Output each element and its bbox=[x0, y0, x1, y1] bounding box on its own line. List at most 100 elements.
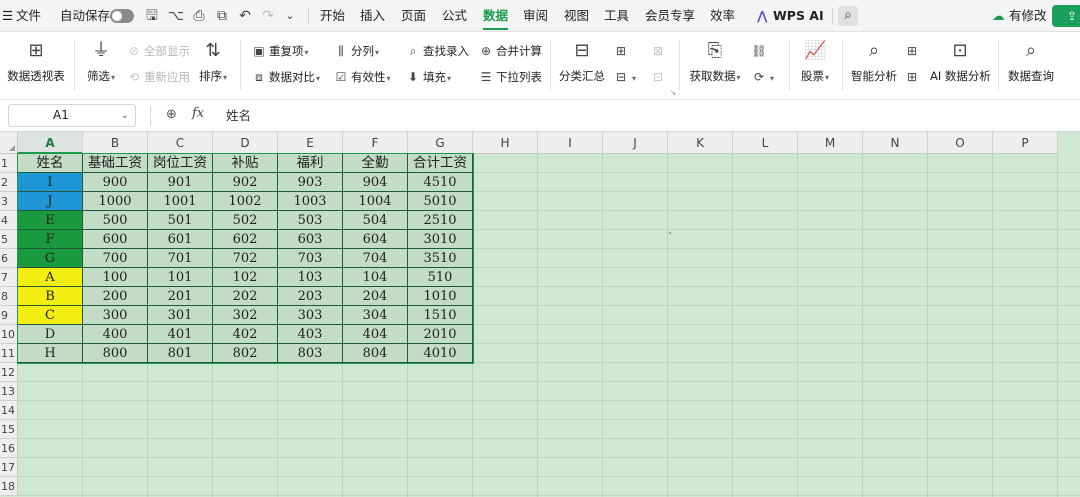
reapply-button[interactable]: ⟲ 重新应用 bbox=[126, 68, 190, 86]
refresh-data-button[interactable]: ⟳ ▾ bbox=[751, 68, 774, 86]
table-cell[interactable]: 304 bbox=[343, 306, 408, 325]
table-cell[interactable]: 600 bbox=[83, 230, 148, 249]
row-header-1[interactable]: 1 bbox=[0, 154, 18, 173]
table-cell[interactable]: 700 bbox=[83, 249, 148, 268]
tab-page[interactable]: 页面 bbox=[401, 0, 426, 32]
autosave-toggle[interactable] bbox=[110, 9, 134, 23]
data-compare-button[interactable]: ⧈ 数据对比▾ bbox=[251, 68, 320, 86]
table-cell[interactable]: 1001 bbox=[148, 192, 213, 211]
group-button[interactable]: ⊞ bbox=[613, 42, 631, 60]
table-cell[interactable]: E bbox=[18, 211, 83, 230]
column-header-g[interactable]: G bbox=[408, 132, 473, 154]
table-cell[interactable]: J bbox=[18, 192, 83, 211]
wps-ai-button[interactable]: WPS AI bbox=[773, 0, 824, 32]
row-header-5[interactable]: 5 bbox=[0, 230, 18, 249]
column-header-b[interactable]: B bbox=[83, 132, 148, 154]
row-header-16[interactable]: 16 bbox=[0, 439, 18, 458]
select-all-corner[interactable] bbox=[0, 132, 18, 154]
table-cell[interactable]: 601 bbox=[148, 230, 213, 249]
fx-icon[interactable]: fx bbox=[192, 106, 204, 121]
row-header-13[interactable]: 13 bbox=[0, 382, 18, 401]
column-header-h[interactable]: H bbox=[473, 132, 538, 154]
table-cell[interactable]: 203 bbox=[278, 287, 343, 306]
subtotal-button[interactable]: ⊟ 分类汇总 bbox=[558, 36, 606, 84]
column-header-n[interactable]: N bbox=[863, 132, 928, 154]
table-cell[interactable]: 2510 bbox=[408, 211, 473, 230]
analysis-tool-button[interactable]: ⊞ bbox=[904, 42, 922, 60]
consolidate-button[interactable]: ⊕ 合并计算 bbox=[478, 42, 542, 60]
table-cell[interactable]: 502 bbox=[213, 211, 278, 230]
table-cell[interactable]: 104 bbox=[343, 268, 408, 287]
table-header-cell[interactable]: 姓名 bbox=[18, 154, 83, 173]
undo-icon[interactable]: ↶ bbox=[236, 7, 254, 25]
name-box[interactable]: A1 ⌄ bbox=[8, 104, 136, 127]
table-cell[interactable]: 1010 bbox=[408, 287, 473, 306]
validity-button[interactable]: ☑ 有效性▾ bbox=[333, 68, 391, 86]
table-cell[interactable]: 1002 bbox=[213, 192, 278, 211]
column-header-d[interactable]: D bbox=[213, 132, 278, 154]
format-painter-icon[interactable]: ⌥ bbox=[167, 7, 185, 25]
column-header-j[interactable]: J bbox=[603, 132, 668, 154]
table-cell[interactable]: 301 bbox=[148, 306, 213, 325]
tab-formula[interactable]: 公式 bbox=[442, 0, 467, 32]
table-cell[interactable]: C bbox=[18, 306, 83, 325]
formula-input[interactable]: 姓名 bbox=[226, 100, 251, 132]
table-cell[interactable]: 1003 bbox=[278, 192, 343, 211]
pivot-table-button[interactable]: ⊞ 数据透视表 bbox=[6, 36, 66, 84]
tab-data[interactable]: 数据 bbox=[483, 0, 509, 32]
table-header-cell[interactable]: 全勤 bbox=[343, 154, 408, 173]
show-all-button[interactable]: ⊘ 全部显示 bbox=[126, 42, 190, 60]
tab-home[interactable]: 开始 bbox=[320, 0, 345, 32]
row-header-3[interactable]: 3 bbox=[0, 192, 18, 211]
column-header-i[interactable]: I bbox=[538, 132, 603, 154]
table-cell[interactable]: 4510 bbox=[408, 173, 473, 192]
table-cell[interactable]: 404 bbox=[343, 325, 408, 344]
table-cell[interactable]: 103 bbox=[278, 268, 343, 287]
table-cell[interactable]: 1000 bbox=[83, 192, 148, 211]
smart-analysis-button[interactable]: ⌕ 智能分析 bbox=[850, 36, 898, 84]
table-cell[interactable]: 401 bbox=[148, 325, 213, 344]
table-cell[interactable]: 300 bbox=[83, 306, 148, 325]
row-header-11[interactable]: 11 bbox=[0, 344, 18, 363]
has-changes-label[interactable]: 有修改 bbox=[1009, 0, 1047, 32]
table-cell[interactable]: 100 bbox=[83, 268, 148, 287]
table-cell[interactable]: 3010 bbox=[408, 230, 473, 249]
table-cell[interactable]: 303 bbox=[278, 306, 343, 325]
table-cell[interactable]: 510 bbox=[408, 268, 473, 287]
print-icon[interactable]: ⎙ bbox=[190, 7, 208, 25]
table-cell[interactable]: 101 bbox=[148, 268, 213, 287]
ai-data-analysis-button[interactable]: ⊡ AI 数据分析 bbox=[930, 36, 991, 84]
table-cell[interactable]: 204 bbox=[343, 287, 408, 306]
table-cell[interactable]: 804 bbox=[343, 344, 408, 363]
table-cell[interactable]: 800 bbox=[83, 344, 148, 363]
table-cell[interactable]: D bbox=[18, 325, 83, 344]
table-cell[interactable]: 2010 bbox=[408, 325, 473, 344]
tab-insert[interactable]: 插入 bbox=[360, 0, 385, 32]
table-cell[interactable]: 5010 bbox=[408, 192, 473, 211]
column-header-m[interactable]: M bbox=[798, 132, 863, 154]
table-cell[interactable]: 902 bbox=[213, 173, 278, 192]
menu-file[interactable]: 文件 bbox=[16, 0, 41, 32]
table-cell[interactable]: 903 bbox=[278, 173, 343, 192]
table-cell[interactable]: 901 bbox=[148, 173, 213, 192]
row-header-4[interactable]: 4 bbox=[0, 211, 18, 230]
table-cell[interactable]: 500 bbox=[83, 211, 148, 230]
show-detail-button[interactable]: ⊠ bbox=[650, 42, 668, 60]
tab-member[interactable]: 会员专享 bbox=[645, 0, 695, 32]
row-header-10[interactable]: 10 bbox=[0, 325, 18, 344]
table-cell[interactable]: 403 bbox=[278, 325, 343, 344]
table-cell[interactable]: 604 bbox=[343, 230, 408, 249]
row-header-17[interactable]: 17 bbox=[0, 458, 18, 477]
table-cell[interactable]: A bbox=[18, 268, 83, 287]
column-header-c[interactable]: C bbox=[148, 132, 213, 154]
column-header-p[interactable]: P bbox=[993, 132, 1058, 154]
tab-review[interactable]: 审阅 bbox=[523, 0, 548, 32]
column-header-l[interactable]: L bbox=[733, 132, 798, 154]
table-cell[interactable]: 201 bbox=[148, 287, 213, 306]
row-header-6[interactable]: 6 bbox=[0, 249, 18, 268]
table-cell[interactable]: F bbox=[18, 230, 83, 249]
duplicates-button[interactable]: ▣ 重复项▾ bbox=[251, 42, 308, 60]
redo-icon[interactable]: ↷ bbox=[259, 7, 277, 25]
table-header-cell[interactable]: 福利 bbox=[278, 154, 343, 173]
table-cell[interactable]: 904 bbox=[343, 173, 408, 192]
